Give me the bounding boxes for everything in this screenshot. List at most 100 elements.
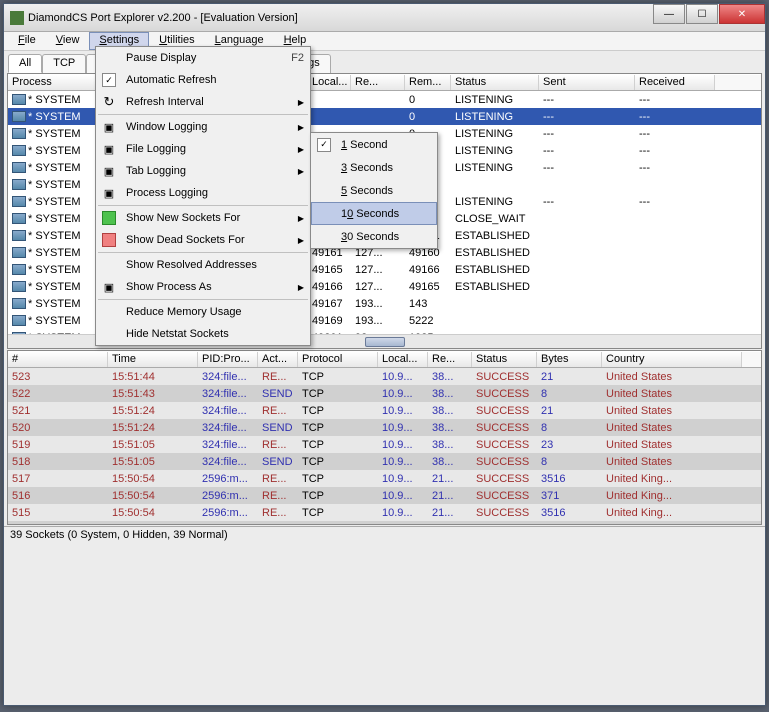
chevron-right-icon: ▶ [298,98,304,107]
menu-label: Show Process As [126,281,212,293]
menu-label: Reduce Memory Usage [126,306,242,318]
monitor-icon: ▣ [100,278,118,296]
col-head[interactable]: Status [472,352,537,367]
process-icon [12,230,26,241]
statusbar: 39 Sockets (0 System, 0 Hidden, 39 Norma… [4,526,765,546]
process-icon [12,179,26,190]
bottom-grid: #TimePID:Pro...Act...ProtocolLocal...Re.… [7,350,762,525]
menu-view[interactable]: View [46,32,90,50]
menu-item-pause-display[interactable]: Pause DisplayF2 [96,47,310,69]
submenu-item-30-seconds[interactable]: 30 Seconds [311,225,437,248]
chevron-right-icon: ▶ [298,214,304,223]
col-head[interactable]: Rem... [405,75,451,90]
process-icon [12,111,26,122]
col-head[interactable]: # [8,352,108,367]
log-row[interactable]: 51615:50:542596:m...RE...TCP10.9...21...… [8,487,761,504]
green-icon [100,209,118,227]
process-icon [12,281,26,292]
process-icon [12,298,26,309]
log-row[interactable]: 51915:51:05324:file...RE...TCP10.9...38.… [8,436,761,453]
menu-item-reduce-memory-usage[interactable]: Reduce Memory Usage [96,301,310,323]
menu-label: Hide Netstat Sockets [126,328,229,340]
submenu-label: 30 Seconds [341,231,399,243]
settings-menu: Pause DisplayF2 ✓ Automatic Refresh ↻Refres… [95,46,311,346]
log-row[interactable]: 51715:50:542596:m...RE...TCP10.9...21...… [8,470,761,487]
menu-item-show-process-as[interactable]: ▣Show Process As▶ [96,276,310,298]
col-head[interactable]: Re... [428,352,472,367]
log-row[interactable]: 51415:50:542596:m...RE...TCP10.9...21...… [8,521,761,524]
menu-item-automatic-refresh[interactable]: ✓ Automatic Refresh [96,69,310,91]
menu-label: Pause Display [126,52,196,64]
titlebar[interactable]: DiamondCS Port Explorer v2.200 - [Evalua… [4,4,765,32]
submenu-item-1-second[interactable]: ✓1 Second [311,133,437,156]
menu-label: Tab Logging [126,165,186,177]
col-head[interactable]: Sent [539,75,635,90]
col-head[interactable]: Re... [351,75,405,90]
col-head[interactable]: Time [108,352,198,367]
menu-item-tab-logging[interactable]: ▣Tab Logging▶ [96,160,310,182]
minimize-button[interactable]: — [653,4,685,24]
process-icon [12,128,26,139]
close-button[interactable]: ✕ [719,4,765,24]
refresh-interval-submenu: ✓1 Second 3 Seconds 5 Seconds 10 Seconds 30 … [310,132,438,249]
log-row[interactable]: 52115:51:24324:file...RE...TCP10.9...38.… [8,402,761,419]
menu-label: File Logging [126,143,186,155]
col-head[interactable]: Received [635,75,715,90]
file-icon: ▣ [100,140,118,158]
proc-icon: ▣ [100,184,118,202]
col-head[interactable]: Process [8,75,107,90]
process-icon [12,94,26,105]
log-row[interactable]: 51815:51:05324:file...SENDTCP10.9...38..… [8,453,761,470]
process-icon [12,145,26,156]
col-head[interactable]: Local... [378,352,428,367]
menu-item-window-logging[interactable]: ▣Window Logging▶ [96,116,310,138]
tab-tcp[interactable]: TCP [42,54,86,73]
blank-icon [100,303,118,321]
log-row[interactable]: 51515:50:542596:m...RE...TCP10.9...21...… [8,504,761,521]
menu-label: Show Dead Sockets For [126,234,245,246]
menu-label: Show New Sockets For [126,212,240,224]
refresh-icon: ↻ [100,93,118,111]
col-head[interactable]: Local... [308,75,351,90]
log-row[interactable]: 52015:51:24324:file...SENDTCP10.9...38..… [8,419,761,436]
process-icon [12,213,26,224]
red-icon [100,231,118,249]
menu-item-hide-netstat-sockets[interactable]: Hide Netstat Sockets [96,323,310,345]
menu-item-refresh-interval[interactable]: ↻Refresh Interval▶ [96,91,310,113]
col-head[interactable]: Bytes [537,352,602,367]
submenu-label: 5 Seconds [341,185,393,197]
process-icon [12,332,26,334]
col-head[interactable]: Status [451,75,539,90]
submenu-label: 3 Seconds [341,162,393,174]
scroll-thumb[interactable] [365,337,405,347]
submenu-item-3-seconds[interactable]: 3 Seconds [311,156,437,179]
menu-label: Show Resolved Addresses [126,259,257,271]
chevron-right-icon: ▶ [298,123,304,132]
col-head[interactable]: Country [602,352,742,367]
submenu-label: 10 Seconds [341,208,399,220]
maximize-button[interactable]: ☐ [686,4,718,24]
menu-item-process-logging[interactable]: ▣Process Logging [96,182,310,204]
check-icon: ✓ [100,71,118,89]
process-icon [12,247,26,258]
bottom-rows[interactable]: 52315:51:44324:file...RE...TCP10.9...38.… [8,368,761,524]
menu-item-file-logging[interactable]: ▣File Logging▶ [96,138,310,160]
chevron-right-icon: ▶ [298,236,304,245]
menu-file[interactable]: File [8,32,46,50]
app-icon [10,11,24,25]
menu-item-show-dead-sockets-for[interactable]: Show Dead Sockets For ▶ [96,229,310,251]
menu-item-show-resolved-addresses[interactable]: Show Resolved Addresses [96,254,310,276]
log-row[interactable]: 52215:51:43324:file...SENDTCP10.9...38..… [8,385,761,402]
col-head[interactable]: Protocol [298,352,378,367]
blank-icon [100,256,118,274]
submenu-item-5-seconds[interactable]: 5 Seconds [311,179,437,202]
col-head[interactable]: Act... [258,352,298,367]
menu-item-show-new-sockets-for[interactable]: Show New Sockets For ▶ [96,207,310,229]
tab-all[interactable]: All [8,54,42,73]
menu-label: Automatic Refresh [126,74,216,86]
blank-icon [100,325,118,343]
log-row[interactable]: 52315:51:44324:file...RE...TCP10.9...38.… [8,368,761,385]
submenu-item-10-seconds[interactable]: 10 Seconds [311,202,437,225]
col-head[interactable]: PID:Pro... [198,352,258,367]
window-icon: ▣ [100,118,118,136]
